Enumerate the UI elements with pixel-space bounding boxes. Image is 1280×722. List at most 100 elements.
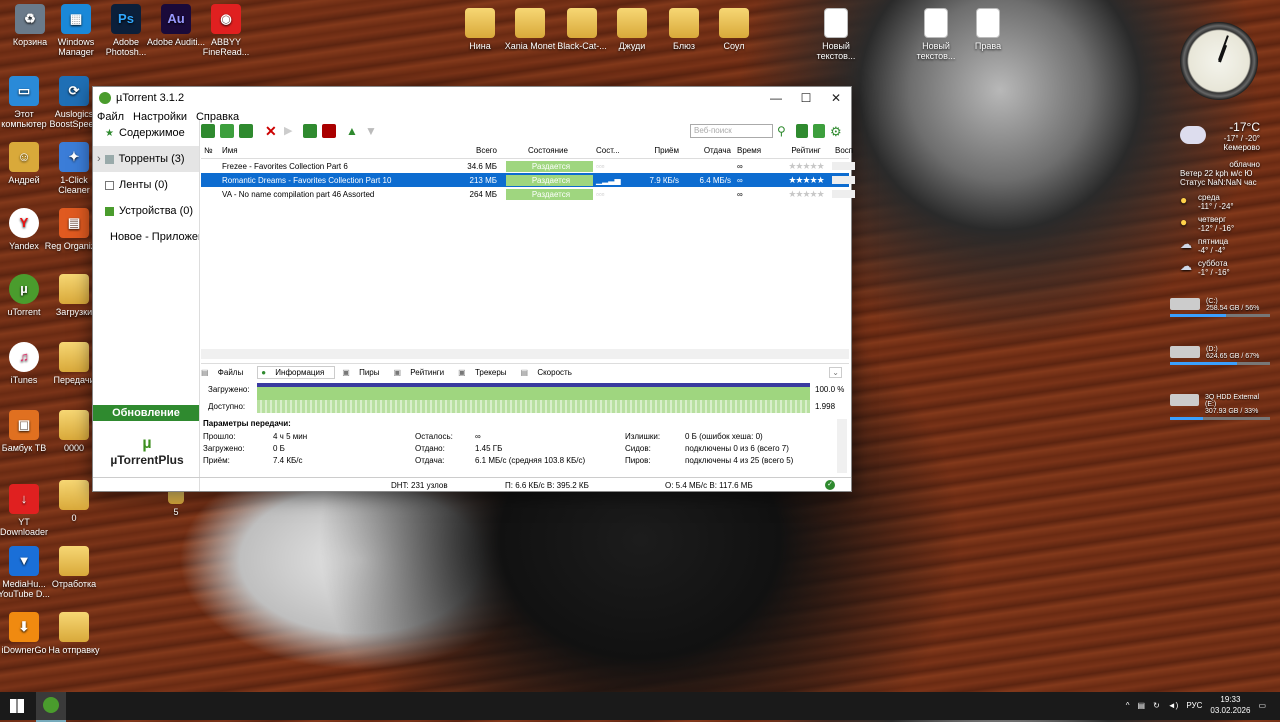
folder-icon — [567, 8, 597, 38]
torrent-list: № Имя Всего Состояние Сост... Приём Отда… — [201, 143, 855, 349]
hdd-icon — [1170, 298, 1200, 310]
tab-peers[interactable]: ▣ Пиры — [342, 368, 386, 377]
tab-trackers[interactable]: ▣ Трекеры — [458, 368, 513, 377]
col-name[interactable]: Имя — [219, 146, 458, 155]
stop-icon[interactable] — [322, 124, 336, 138]
sidebar-item-devices[interactable]: Устройства (0) — [93, 198, 199, 224]
windows-start-icon[interactable] — [10, 699, 24, 713]
drive-e[interactable]: 3Q HDD External (E:) 307.93 GB / 33% — [1170, 394, 1270, 420]
network-icon[interactable]: ▤ — [1138, 701, 1146, 710]
col-size[interactable]: Всего — [458, 146, 500, 155]
tv-icon: ▣ — [9, 410, 39, 440]
torrent-name: Romantic Dreams - Favorites Collection P… — [222, 175, 392, 185]
move-up-icon[interactable]: ▲ — [346, 124, 360, 138]
forecast-day: ☁ пятница -4° / -4° — [1180, 237, 1260, 259]
desktop-file-new-text-1[interactable]: Новый текстов... — [806, 8, 866, 61]
start-icon[interactable]: ▶ — [284, 124, 298, 138]
close-button[interactable]: ✕ — [821, 91, 851, 105]
tab-ratings[interactable]: ▣ Рейтинги — [394, 368, 452, 377]
language-indicator[interactable]: РУС — [1186, 701, 1202, 710]
tab-files[interactable]: ▤ Файлы — [201, 368, 250, 377]
desktop-file-rights[interactable]: Права — [958, 8, 1018, 51]
maximize-button[interactable]: ☐ — [791, 91, 821, 105]
col-num[interactable]: № — [201, 146, 219, 155]
snow-cloud-icon: ☁ — [1180, 237, 1192, 251]
column-headers: № Имя Всего Состояние Сост... Приём Отда… — [201, 143, 853, 159]
remote-icon[interactable] — [813, 124, 825, 138]
desktop-folder-soul[interactable]: Соул — [704, 8, 764, 51]
tab-speed[interactable]: ▤ Скорость — [521, 368, 579, 377]
rating-stars[interactable]: ★★★★★ — [777, 175, 832, 186]
taskbar-utorrent-button[interactable] — [36, 692, 66, 722]
user-folder-icon: ☺ — [9, 142, 39, 172]
tab-info[interactable]: ● Информация — [257, 365, 336, 379]
sidebar-item-feeds[interactable]: Ленты (0) — [93, 172, 199, 198]
col-rating[interactable]: Рейтинг — [777, 146, 832, 155]
table-row[interactable]: Romantic Dreams - Favorites Collection P… — [201, 173, 855, 187]
notifications-icon[interactable]: ▭ — [1258, 701, 1266, 710]
sidebar-item-apps[interactable]: Новое - Приложения — [93, 224, 199, 250]
col-health[interactable]: Сост... — [593, 146, 626, 155]
window-title: µTorrent 3.1.2 — [116, 92, 185, 104]
table-row[interactable]: Frezee - Favorites Collection Part 6 34.… — [201, 159, 855, 173]
forecast-day: ☁ суббота -1° / -16° — [1180, 259, 1260, 281]
status-badge: Раздается — [506, 188, 593, 200]
remove-icon[interactable]: ✕ — [265, 124, 279, 138]
horizontal-scrollbar[interactable] — [201, 349, 849, 359]
sidebar-item-torrents[interactable]: › Торренты (3) — [93, 146, 199, 172]
desktop-icon-na-otpravku[interactable]: На отправку — [44, 612, 104, 655]
title-bar[interactable]: µTorrent 3.1.2 — ☐ ✕ — [93, 87, 851, 109]
web-search-input[interactable]: Веб-поиск — [690, 124, 773, 138]
folder-icon — [515, 8, 545, 38]
desktop-icon-otrabotka[interactable]: Отработка — [44, 546, 104, 589]
table-row[interactable]: VA - No name compilation part 46 Assorte… — [201, 187, 855, 201]
utorrent-icon: µ — [9, 274, 39, 304]
taskbar-clock[interactable]: 19:33 03.02.2026 — [1210, 694, 1250, 716]
add-url-icon[interactable] — [220, 124, 234, 138]
desktop-folder-xania[interactable]: Xania Monet — [500, 8, 560, 51]
desktop-icon-5[interactable]: 5 — [146, 488, 206, 517]
col-time[interactable]: Время — [734, 146, 777, 155]
drive-usage-bar — [1170, 314, 1270, 317]
params-scrollbar[interactable] — [837, 419, 847, 473]
col-status[interactable]: Состояние — [500, 146, 593, 155]
folder-icon — [617, 8, 647, 38]
idownergo-icon: ⬇ — [9, 612, 39, 642]
collapse-panel-icon[interactable]: ⌄ — [829, 366, 842, 378]
settings-gear-icon[interactable]: ⚙ — [830, 124, 844, 139]
add-torrent-icon[interactable] — [201, 124, 215, 138]
play-cell — [832, 162, 855, 170]
drive-c[interactable]: (C:) 258.54 GB / 56% — [1170, 298, 1270, 317]
expand-arrow-icon[interactable]: › — [97, 153, 101, 165]
folder-icon — [59, 342, 89, 372]
volume-icon[interactable]: ◄) — [1168, 701, 1179, 710]
chevron-up-icon[interactable]: ^ — [1126, 701, 1130, 710]
create-torrent-icon[interactable] — [239, 124, 253, 138]
col-up[interactable]: Отдача — [682, 146, 734, 155]
forecast-day: ● среда -11° / -24° — [1180, 193, 1260, 215]
play-cell — [832, 176, 855, 184]
minimize-button[interactable]: — — [761, 91, 791, 105]
list-view-icon[interactable] — [796, 124, 808, 138]
detail-tabs: ▤ Файлы ● Информация ▣ Пиры ▣ Рейтинги ▣… — [201, 363, 849, 380]
col-play[interactable]: Восп — [832, 146, 857, 155]
desktop-file-new-text-2[interactable]: Новый текстов... — [906, 8, 966, 61]
audition-icon: Au — [161, 4, 191, 34]
sync-icon[interactable]: ↻ — [1153, 701, 1160, 710]
folder-icon — [59, 480, 89, 510]
desktop-icon-abbyy[interactable]: ◉ ABBYY FineRead... — [196, 4, 256, 57]
rating-stars[interactable]: ★★★★★ — [777, 189, 832, 200]
torrent-up: 6.4 МБ/s — [699, 175, 731, 185]
update-button[interactable]: Обновление — [93, 405, 199, 421]
move-down-icon[interactable]: ▼ — [365, 124, 379, 138]
utorrent-plus-logo[interactable]: µ µTorrentPlus — [107, 435, 187, 467]
rating-stars[interactable]: ★★★★★ — [777, 161, 832, 172]
drive-d[interactable]: (D:) 624.65 GB / 67% — [1170, 346, 1270, 365]
desktop-folder-judy[interactable]: Джуди — [602, 8, 662, 51]
pause-icon[interactable] — [303, 124, 317, 138]
sidebar-item-content[interactable]: ★ Содержимое — [93, 120, 199, 146]
health-icon: ▫▫▫ — [596, 161, 605, 171]
snow-cloud-icon: ☁ — [1180, 259, 1192, 273]
col-down[interactable]: Приём — [626, 146, 682, 155]
search-icon[interactable]: ⚲ — [777, 124, 791, 138]
